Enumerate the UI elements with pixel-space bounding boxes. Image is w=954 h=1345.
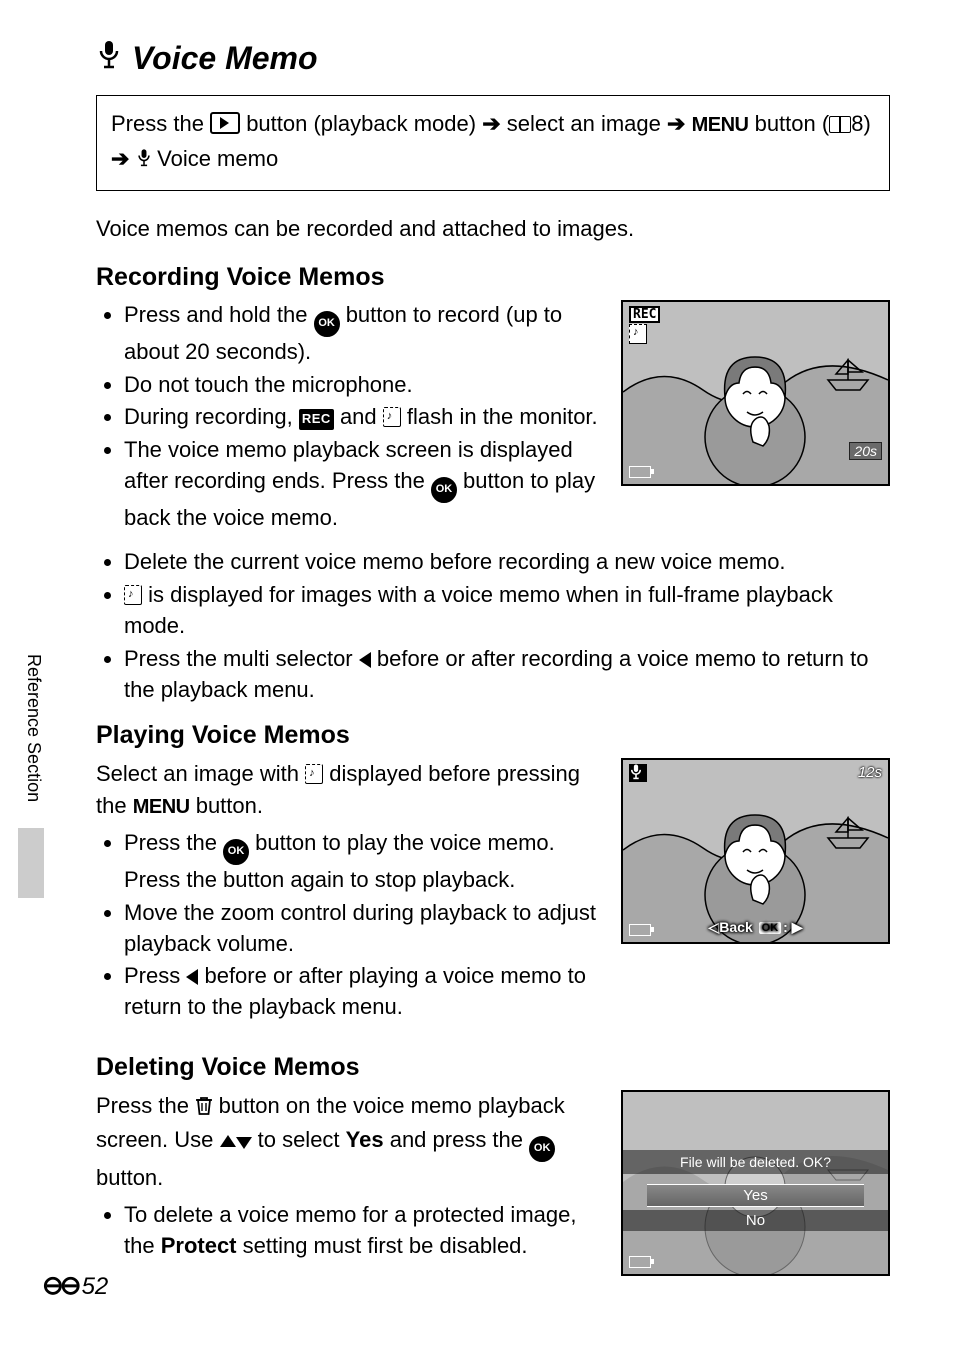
nav-page-ref: 8 bbox=[851, 111, 863, 136]
play-hint-icon: ▶ bbox=[792, 919, 803, 935]
voice-memo-icon bbox=[383, 407, 401, 427]
delete-dialog-screen-illustration: File will be deleted. OK? Yes No bbox=[621, 1090, 890, 1276]
back-arrow-icon: ◁ bbox=[709, 919, 720, 935]
yes-emphasis: Yes bbox=[346, 1127, 384, 1152]
playback-timer: 12s bbox=[858, 764, 882, 781]
menu-button-glyph: MENU bbox=[692, 114, 749, 136]
ok-button-icon: OK bbox=[529, 1136, 555, 1162]
nav-text: select an image bbox=[507, 111, 661, 136]
ok-hint-icon: OK bbox=[759, 922, 782, 934]
battery-icon bbox=[629, 924, 651, 936]
playing-heading: Playing Voice Memos bbox=[96, 721, 890, 750]
delete-dialog-question: File will be deleted. OK? bbox=[623, 1150, 888, 1174]
left-arrow-icon bbox=[359, 652, 371, 668]
ok-button-icon: OK bbox=[314, 311, 340, 337]
playback-button-icon bbox=[210, 112, 240, 134]
rec-indicator-icon: REC bbox=[299, 409, 334, 429]
left-arrow-icon bbox=[186, 969, 198, 985]
reference-section-icon: ⊖⊖ bbox=[42, 1270, 78, 1300]
playing-intro: Select an image with displayed before pr… bbox=[96, 758, 601, 822]
recording-timer: 20s bbox=[849, 442, 882, 460]
page-number: ⊖⊖52 bbox=[42, 1270, 108, 1301]
manual-reference-icon bbox=[829, 116, 851, 133]
up-arrow-icon bbox=[220, 1135, 236, 1147]
screen-hint-bar: ◁Back OK: ▶ bbox=[709, 919, 803, 936]
deleting-heading: Deleting Voice Memos bbox=[96, 1053, 890, 1082]
mic-icon bbox=[136, 151, 158, 173]
playing-bullets: Press the OK button to play the voice me… bbox=[96, 828, 601, 1023]
rec-badge: REC bbox=[629, 306, 660, 323]
voice-memo-icon bbox=[124, 585, 142, 605]
recording-screen-illustration: REC 20s bbox=[621, 300, 890, 486]
intro-paragraph: Voice memos can be recorded and attached… bbox=[96, 213, 890, 245]
recording-heading: Recording Voice Memos bbox=[96, 263, 890, 292]
down-arrow-icon bbox=[236, 1137, 252, 1149]
nav-text: button bbox=[755, 111, 816, 136]
recording-bullets-continued: Delete the current voice memo before rec… bbox=[96, 547, 890, 705]
voice-memo-icon bbox=[629, 324, 647, 344]
voice-memo-icon bbox=[305, 764, 323, 784]
navigation-path-box: Press the button (playback mode) ➔ selec… bbox=[96, 95, 890, 191]
page-title-row: Voice Memo bbox=[96, 40, 890, 77]
page-title: Voice Memo bbox=[132, 40, 318, 77]
recording-bullets: Press and hold the OK button to record (… bbox=[96, 300, 601, 533]
arrow-right-icon: ➔ bbox=[667, 111, 685, 136]
side-tab-highlight bbox=[18, 828, 44, 898]
deleting-intro: Press the button on the voice memo playb… bbox=[96, 1090, 601, 1194]
back-label: Back bbox=[719, 919, 752, 935]
nav-text: button (playback mode) bbox=[246, 111, 476, 136]
mic-icon bbox=[629, 764, 647, 782]
mic-icon bbox=[96, 40, 122, 77]
ok-button-icon: OK bbox=[223, 839, 249, 865]
ok-button-icon: OK bbox=[431, 477, 457, 503]
menu-button-glyph: MENU bbox=[133, 796, 190, 818]
protect-emphasis: Protect bbox=[161, 1233, 237, 1258]
nav-text: Press the bbox=[111, 111, 204, 136]
nav-text: Voice memo bbox=[157, 146, 278, 171]
side-tab-label: Reference Section bbox=[20, 638, 44, 818]
battery-icon bbox=[629, 1256, 651, 1268]
arrow-right-icon: ➔ bbox=[111, 146, 129, 171]
battery-icon bbox=[629, 466, 651, 478]
delete-dialog-no-option[interactable]: No bbox=[623, 1210, 888, 1231]
trash-icon bbox=[195, 1098, 219, 1120]
delete-dialog-yes-option[interactable]: Yes bbox=[647, 1184, 864, 1207]
arrow-right-icon: ➔ bbox=[482, 111, 500, 136]
playing-screen-illustration: 12s ◁Back OK: ▶ bbox=[621, 758, 890, 944]
deleting-bullets: To delete a voice memo for a protected i… bbox=[96, 1200, 601, 1262]
